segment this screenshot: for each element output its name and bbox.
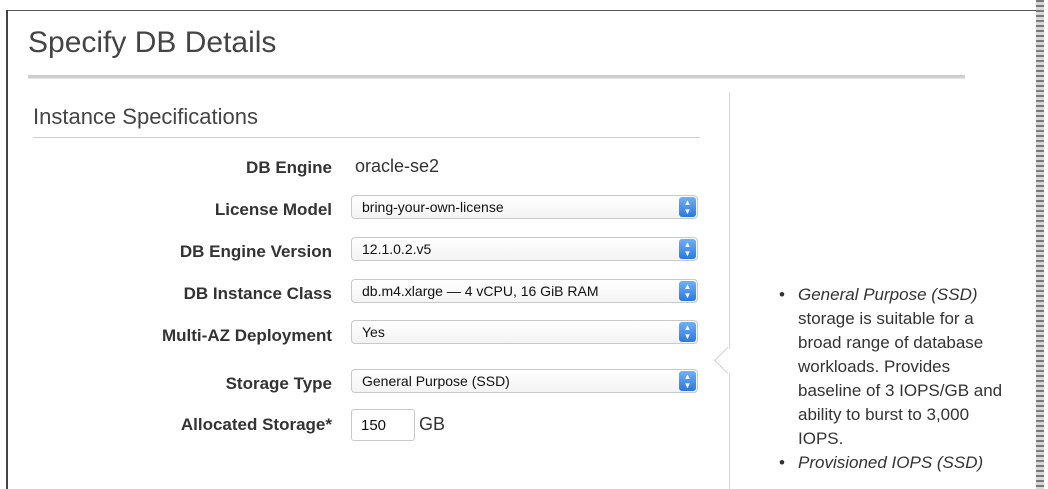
- db-instance-class-selected: db.m4.xlarge — 4 vCPU, 16 GiB RAM: [362, 283, 599, 299]
- help-item-general-purpose: • General Purpose (SSD) storage is suita…: [779, 283, 1014, 451]
- bullet-icon: •: [779, 285, 785, 304]
- page-title: Specify DB Details: [28, 26, 277, 59]
- db-engine-version-select[interactable]: 12.1.0.2.v5 ▲ ▼: [351, 237, 698, 261]
- storage-type-label: Storage Type: [225, 374, 332, 393]
- section-divider: [33, 137, 700, 138]
- multi-az-selected: Yes: [362, 324, 385, 340]
- up-down-chevron-icon: ▲ ▼: [679, 281, 696, 301]
- up-down-chevron-icon: ▲ ▼: [679, 322, 696, 342]
- db-engine-version-selected: 12.1.0.2.v5: [362, 241, 432, 257]
- help-item-provisioned-iops: • Provisioned IOPS (SSD): [779, 451, 1014, 475]
- window-right-edge: [1036, 0, 1044, 489]
- storage-type-select[interactable]: General Purpose (SSD) ▲ ▼: [351, 369, 698, 393]
- help-item-text: storage is suitable for a broad range of…: [798, 309, 1003, 448]
- section-title: Instance Specifications: [33, 104, 259, 129]
- allocated-storage-unit: GB: [419, 414, 446, 434]
- allocated-storage-input[interactable]: [351, 409, 415, 441]
- up-down-chevron-icon: ▲ ▼: [679, 239, 696, 259]
- db-engine-value: oracle-se2: [355, 156, 440, 176]
- multi-az-select[interactable]: Yes ▲ ▼: [351, 320, 698, 344]
- db-engine-label: DB Engine: [246, 158, 332, 177]
- window-left-border: [6, 10, 8, 489]
- storage-help-list: • General Purpose (SSD) storage is suita…: [779, 283, 1014, 475]
- help-panel-divider: [729, 92, 730, 489]
- license-model-label: License Model: [214, 200, 332, 219]
- db-instance-class-select[interactable]: db.m4.xlarge — 4 vCPU, 16 GiB RAM ▲ ▼: [351, 279, 698, 303]
- help-item-emphasis: General Purpose (SSD): [798, 285, 978, 304]
- help-panel-pointer: [714, 347, 741, 374]
- license-model-selected: bring-your-own-license: [362, 199, 504, 215]
- up-down-chevron-icon: ▲ ▼: [679, 371, 696, 391]
- up-down-chevron-icon: ▲ ▼: [679, 197, 696, 217]
- help-item-emphasis: Provisioned IOPS (SSD): [798, 453, 984, 472]
- bullet-icon: •: [779, 453, 785, 472]
- window-top-border: [6, 10, 1036, 11]
- allocated-storage-label: Allocated Storage*: [180, 415, 332, 434]
- db-engine-version-label: DB Engine Version: [179, 242, 332, 261]
- db-instance-class-label: DB Instance Class: [183, 284, 332, 303]
- license-model-select[interactable]: bring-your-own-license ▲ ▼: [351, 195, 698, 219]
- storage-type-selected: General Purpose (SSD): [362, 373, 510, 389]
- title-divider: [28, 75, 965, 79]
- multi-az-label: Multi-AZ Deployment: [162, 326, 332, 345]
